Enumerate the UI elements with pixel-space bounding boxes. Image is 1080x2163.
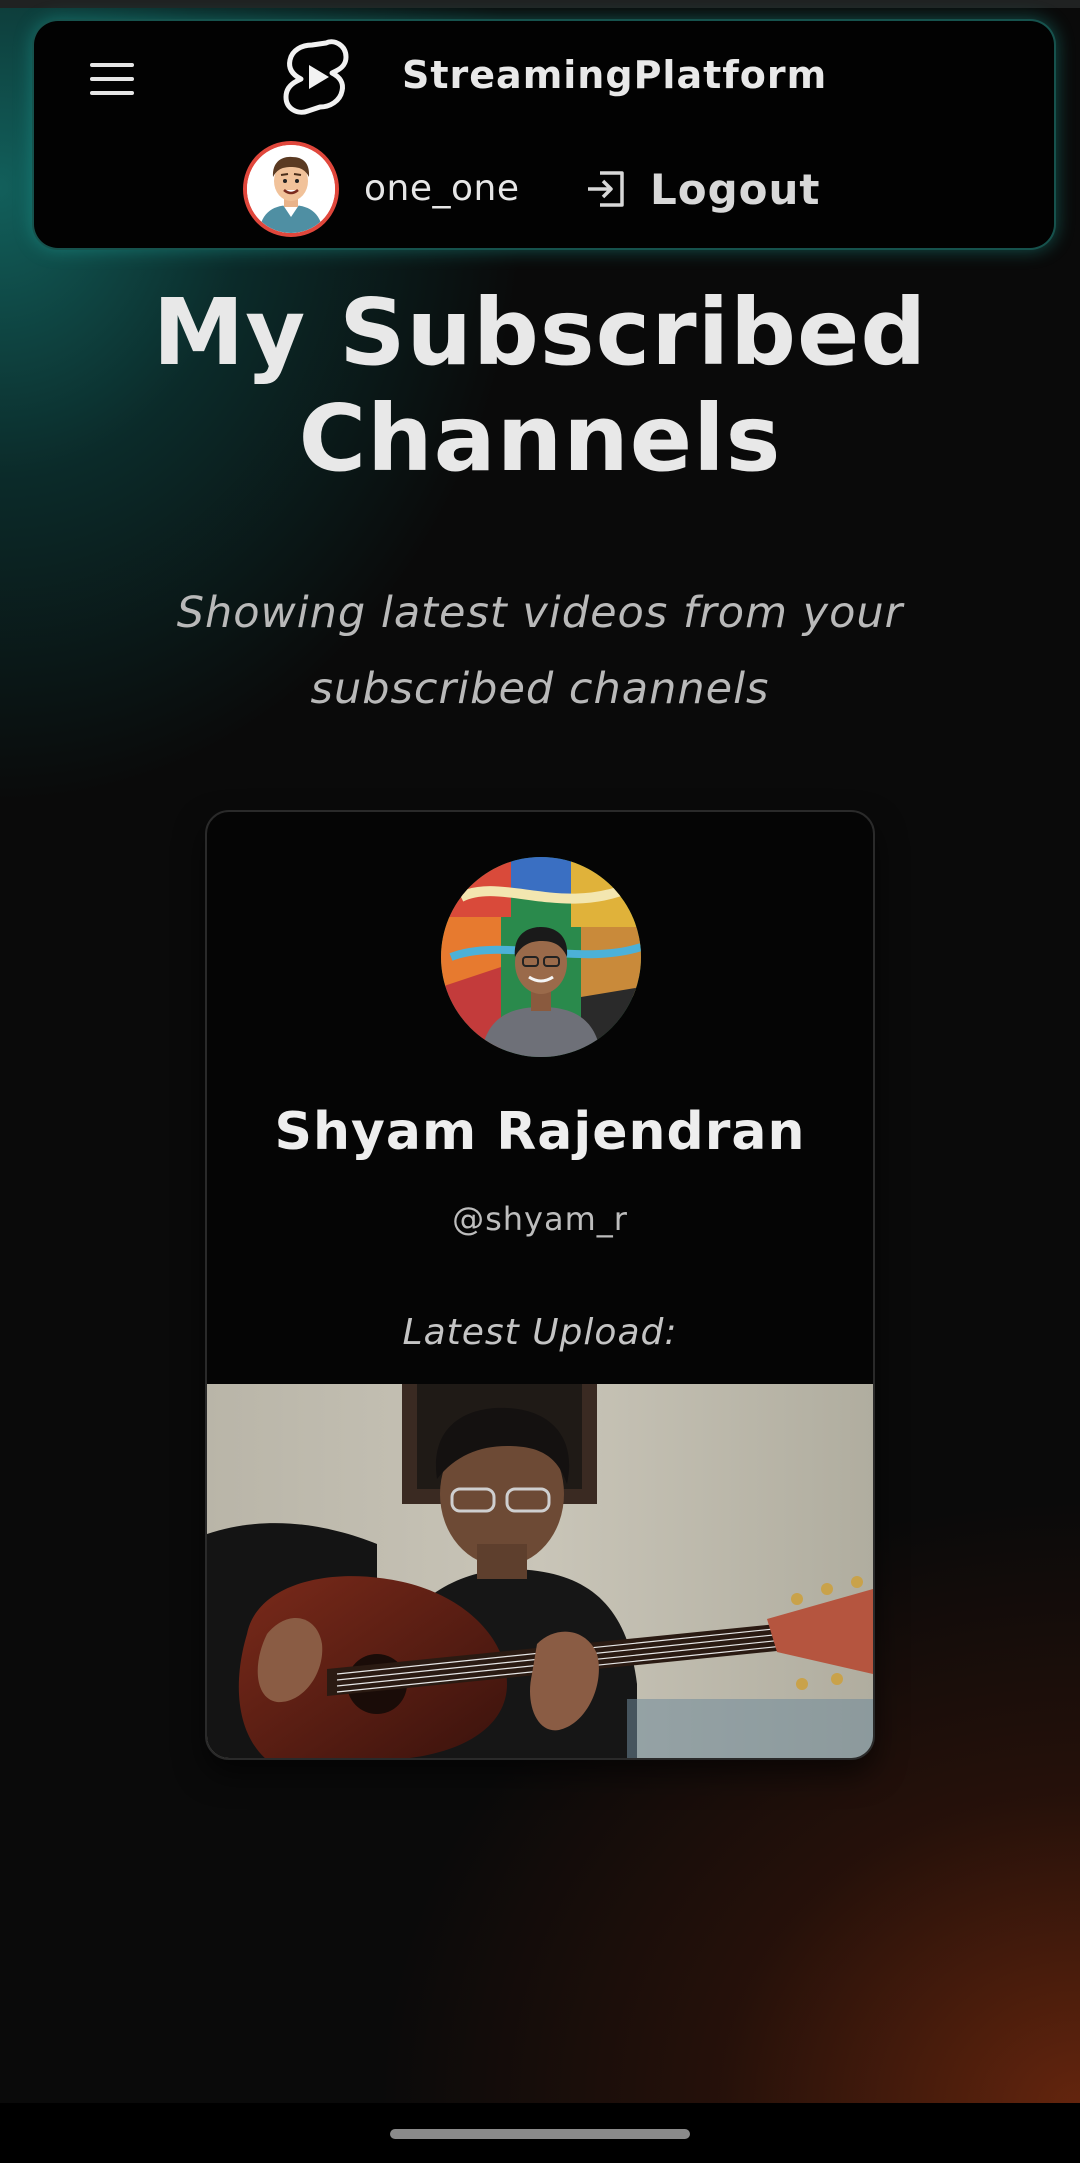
menu-icon-bar <box>90 91 134 95</box>
menu-icon-bar <box>90 77 134 81</box>
page-title-line: My Subscribed <box>152 279 928 386</box>
channel-avatar[interactable] <box>441 857 641 1057</box>
status-bar <box>0 0 1080 8</box>
channel-name[interactable]: Shyam Rajendran <box>207 1102 873 1162</box>
page-subtitle: Showing latest videos from your subscrib… <box>110 575 970 727</box>
hamburger-menu-button[interactable] <box>84 53 140 103</box>
top-header: StreamingPlatform one_one Logout <box>32 19 1056 250</box>
channel-card[interactable]: Shyam Rajendran @shyam_r Latest Upload: <box>205 810 875 1760</box>
channel-handle: @shyam_r <box>452 1200 628 1238</box>
page-title-line: Channels <box>298 385 782 492</box>
app-logo-icon[interactable] <box>274 33 358 117</box>
page-subtitle-line: Showing latest videos from your <box>176 588 904 638</box>
latest-video-thumbnail[interactable] <box>207 1384 873 1758</box>
logout-button[interactable]: Logout <box>584 161 821 217</box>
user-avatar[interactable] <box>243 141 339 237</box>
page-title: My Subscribed Channels <box>60 280 1020 492</box>
latest-upload-label: Latest Upload: <box>402 1312 678 1353</box>
video-thumbnail-image <box>207 1384 873 1758</box>
app-title[interactable]: StreamingPlatform <box>402 45 827 105</box>
menu-icon-bar <box>90 63 134 67</box>
username-label[interactable]: one_one <box>364 161 519 217</box>
page-subtitle-line: subscribed channels <box>310 664 770 714</box>
logout-icon <box>588 171 624 207</box>
home-gesture-handle[interactable] <box>390 2129 690 2139</box>
logout-label: Logout <box>650 164 821 214</box>
user-avatar-cartoon-icon <box>247 145 335 233</box>
channel-avatar-photo <box>441 857 641 1057</box>
